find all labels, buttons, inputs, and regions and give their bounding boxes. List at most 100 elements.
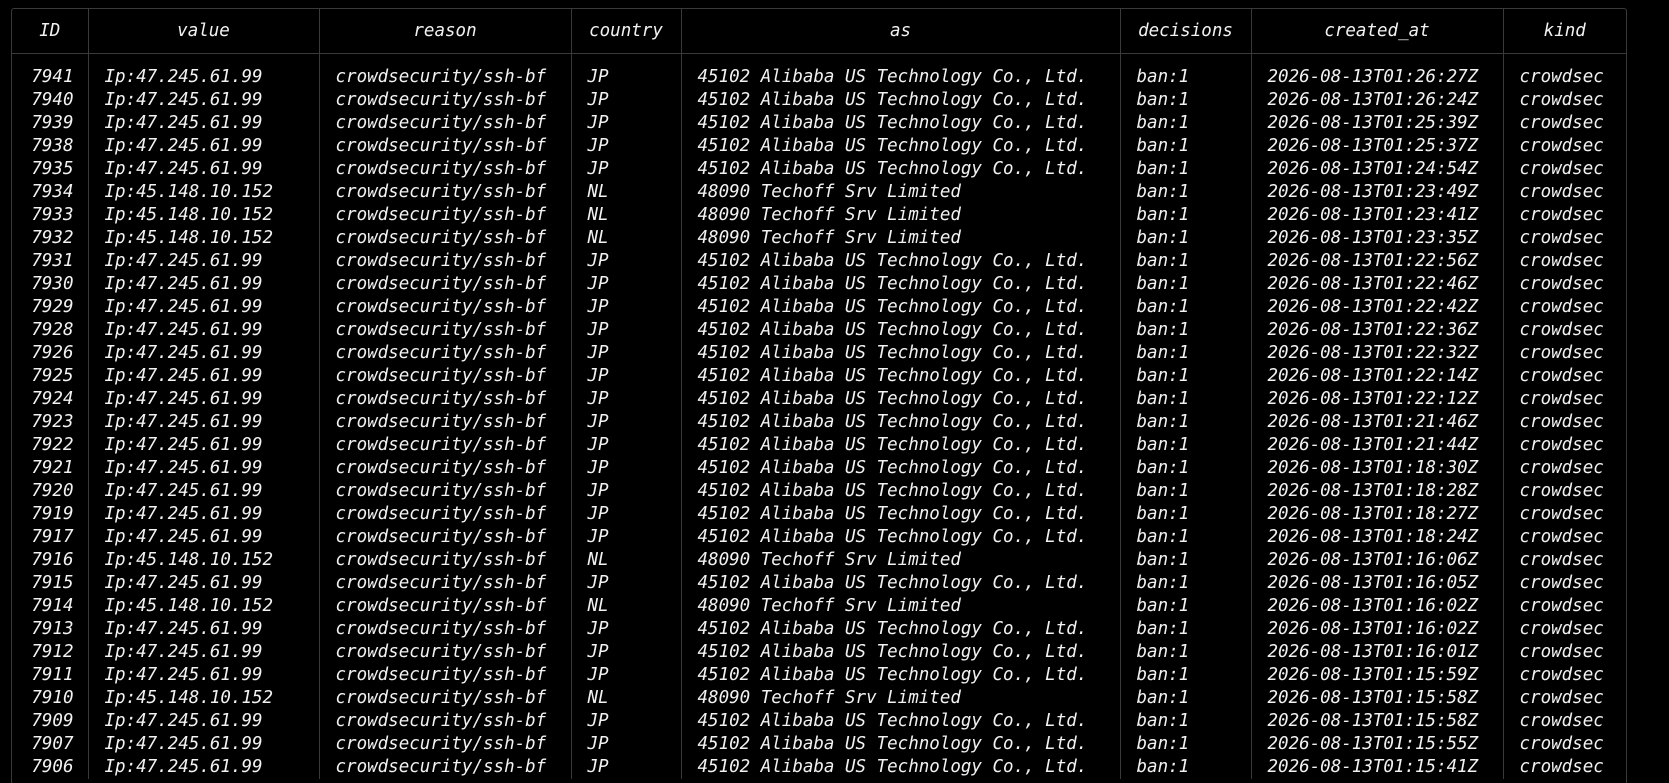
table-row: 7933 Ip:45.148.10.152 crowdsecurity/ssh-bf… xyxy=(12,204,1626,227)
decisions-cell: ban:1 xyxy=(1120,526,1252,549)
country-cell: NL xyxy=(571,549,682,572)
table-row: 7909 Ip:47.245.61.99 crowdsecurity/ssh-bf J… xyxy=(12,710,1626,733)
decisions-cell: ban:1 xyxy=(1120,158,1252,181)
column-header-reason: reason xyxy=(319,9,572,54)
kind-cell: crowdsec xyxy=(1519,412,1604,432)
reason-cell: crowdsecurity/ssh-bf xyxy=(319,112,572,135)
kind-cell: crowdsec xyxy=(1519,504,1604,524)
value-cell: Ip:47.245.61.99 xyxy=(88,756,320,779)
reason-cell: crowdsecurity/ssh-bf xyxy=(319,480,572,503)
created-at-cell: 2026-08-13T01:15:58Z xyxy=(1251,687,1504,710)
decisions-cell: ban:1 xyxy=(1120,756,1252,779)
created-at-cell: 2026-08-13T01:23:49Z xyxy=(1251,181,1504,204)
reason-cell: crowdsecurity/ssh-bf xyxy=(319,457,572,480)
reason-cell: crowdsecurity/ssh-bf xyxy=(319,434,572,457)
as-cell: 45102 Alibaba US Technology Co., Ltd. xyxy=(681,342,1121,365)
table-row: 7925 Ip:47.245.61.99 crowdsecurity/ssh-bf J… xyxy=(12,365,1626,388)
reason-cell: crowdsecurity/ssh-bf xyxy=(319,503,572,526)
country-cell: JP xyxy=(571,89,682,112)
value-cell: Ip:47.245.61.99 xyxy=(88,641,320,664)
reason-cell: crowdsecurity/ssh-bf xyxy=(319,181,572,204)
table-row: 7919 Ip:47.245.61.99 crowdsecurity/ssh-bf J… xyxy=(12,503,1626,526)
as-cell: 48090 Techoff Srv Limited xyxy=(681,687,1121,710)
table-body: 7941 Ip:47.245.61.99 crowdsecurity/ssh-bf J… xyxy=(12,53,1626,779)
id-cell: 7915 xyxy=(12,572,89,595)
value-cell: Ip:47.245.61.99 xyxy=(88,112,320,135)
kind-cell: crowdsec xyxy=(1519,389,1604,409)
as-cell: 48090 Techoff Srv Limited xyxy=(681,204,1121,227)
decisions-cell: ban:1 xyxy=(1120,549,1252,572)
id-cell: 7914 xyxy=(12,595,89,618)
country-cell: JP xyxy=(571,733,682,756)
reason-cell: crowdsecurity/ssh-bf xyxy=(319,319,572,342)
country-cell: JP xyxy=(571,434,682,457)
reason-cell: crowdsecurity/ssh-bf xyxy=(319,641,572,664)
country-cell: JP xyxy=(571,66,682,89)
table-row: 7911 Ip:47.245.61.99 crowdsecurity/ssh-bf J… xyxy=(12,664,1626,687)
reason-cell: crowdsecurity/ssh-bf xyxy=(319,388,572,411)
decisions-cell: ban:1 xyxy=(1120,457,1252,480)
as-cell: 45102 Alibaba US Technology Co., Ltd. xyxy=(681,273,1121,296)
country-cell: JP xyxy=(571,273,682,296)
kind-cell: crowdsec xyxy=(1519,274,1604,294)
kind-cell: crowdsec xyxy=(1519,136,1604,156)
country-cell: JP xyxy=(571,480,682,503)
created-at-cell: 2026-08-13T01:23:41Z xyxy=(1251,204,1504,227)
table-row: 7935 Ip:47.245.61.99 crowdsecurity/ssh-bf J… xyxy=(12,158,1626,181)
value-cell: Ip:47.245.61.99 xyxy=(88,710,320,733)
table-row: 7922 Ip:47.245.61.99 crowdsecurity/ssh-bf J… xyxy=(12,434,1626,457)
decisions-cell: ban:1 xyxy=(1120,365,1252,388)
kind-cell: crowdsec xyxy=(1519,481,1604,501)
created-at-cell: 2026-08-13T01:22:32Z xyxy=(1251,342,1504,365)
created-at-cell: 2026-08-13T01:16:05Z xyxy=(1251,572,1504,595)
column-header-created-at: created_at xyxy=(1251,9,1504,54)
table-row: 7926 Ip:47.245.61.99 crowdsecurity/ssh-bf J… xyxy=(12,342,1626,365)
table-row: 7934 Ip:45.148.10.152 crowdsecurity/ssh-bf… xyxy=(12,181,1626,204)
decisions-cell: ban:1 xyxy=(1120,618,1252,641)
kind-cell: crowdsec xyxy=(1519,757,1604,777)
column-header-decisions: decisions xyxy=(1120,9,1252,54)
id-cell: 7910 xyxy=(12,687,89,710)
created-at-cell: 2026-08-13T01:15:55Z xyxy=(1251,733,1504,756)
table-row: 7932 Ip:45.148.10.152 crowdsecurity/ssh-bf… xyxy=(12,227,1626,250)
id-cell: 7913 xyxy=(12,618,89,641)
reason-cell: crowdsecurity/ssh-bf xyxy=(319,411,572,434)
decisions-cell: ban:1 xyxy=(1120,572,1252,595)
alerts-table-frame: ID value reason country as decisions cre… xyxy=(11,8,1627,783)
value-cell: Ip:47.245.61.99 xyxy=(88,480,320,503)
country-cell: JP xyxy=(571,342,682,365)
id-cell: 7906 xyxy=(12,756,89,779)
id-cell: 7931 xyxy=(12,250,89,273)
created-at-cell: 2026-08-13T01:22:12Z xyxy=(1251,388,1504,411)
reason-cell: crowdsecurity/ssh-bf xyxy=(319,250,572,273)
as-cell: 48090 Techoff Srv Limited xyxy=(681,227,1121,250)
decisions-cell: ban:1 xyxy=(1120,319,1252,342)
table-row: 7938 Ip:47.245.61.99 crowdsecurity/ssh-bf J… xyxy=(12,135,1626,158)
table-row: 7915 Ip:47.245.61.99 crowdsecurity/ssh-bf J… xyxy=(12,572,1626,595)
as-cell: 45102 Alibaba US Technology Co., Ltd. xyxy=(681,641,1121,664)
kind-cell: crowdsec xyxy=(1519,159,1604,179)
value-cell: Ip:47.245.61.99 xyxy=(88,89,320,112)
value-cell: Ip:47.245.61.99 xyxy=(88,434,320,457)
reason-cell: crowdsecurity/ssh-bf xyxy=(319,756,572,779)
decisions-cell: ban:1 xyxy=(1120,411,1252,434)
decisions-cell: ban:1 xyxy=(1120,227,1252,250)
kind-cell: crowdsec xyxy=(1519,642,1604,662)
value-cell: Ip:47.245.61.99 xyxy=(88,135,320,158)
value-cell: Ip:47.245.61.99 xyxy=(88,503,320,526)
value-cell: Ip:47.245.61.99 xyxy=(88,296,320,319)
decisions-cell: ban:1 xyxy=(1120,434,1252,457)
table-row: 7910 Ip:45.148.10.152 crowdsecurity/ssh-bf… xyxy=(12,687,1626,710)
as-cell: 45102 Alibaba US Technology Co., Ltd. xyxy=(681,526,1121,549)
country-cell: JP xyxy=(571,319,682,342)
created-at-cell: 2026-08-13T01:22:46Z xyxy=(1251,273,1504,296)
created-at-cell: 2026-08-13T01:24:54Z xyxy=(1251,158,1504,181)
decisions-cell: ban:1 xyxy=(1120,342,1252,365)
id-cell: 7939 xyxy=(12,112,89,135)
kind-cell: crowdsec xyxy=(1519,297,1604,317)
created-at-cell: 2026-08-13T01:16:06Z xyxy=(1251,549,1504,572)
as-cell: 45102 Alibaba US Technology Co., Ltd. xyxy=(681,480,1121,503)
created-at-cell: 2026-08-13T01:22:36Z xyxy=(1251,319,1504,342)
as-cell: 45102 Alibaba US Technology Co., Ltd. xyxy=(681,664,1121,687)
table-row: 7906 Ip:47.245.61.99 crowdsecurity/ssh-bf J… xyxy=(12,756,1626,779)
